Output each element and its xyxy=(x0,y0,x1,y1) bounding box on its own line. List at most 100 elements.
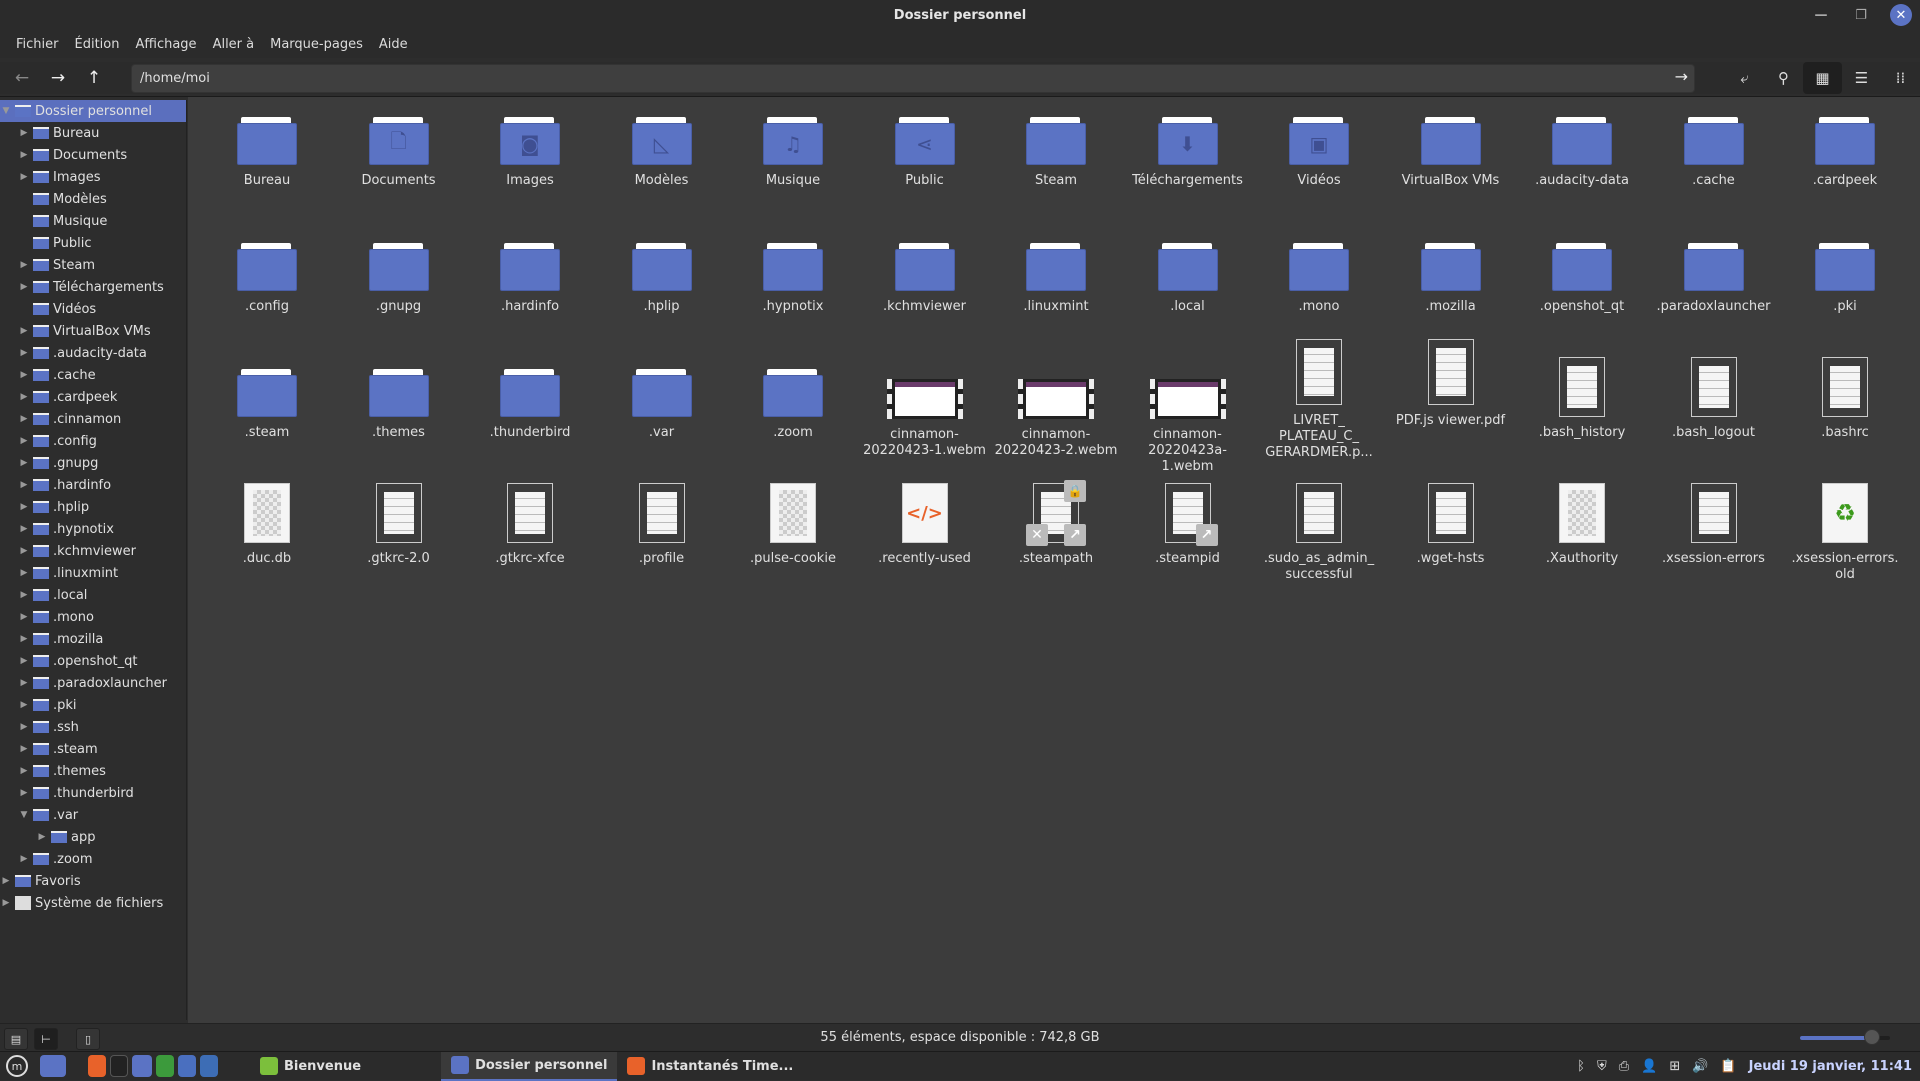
chevron-right-icon[interactable]: ▶ xyxy=(18,348,30,358)
chevron-right-icon[interactable]: ▶ xyxy=(18,590,30,600)
tree-toggle-button[interactable]: ⊢ xyxy=(34,1028,58,1050)
file-item[interactable]: VirtualBox VMs xyxy=(1386,117,1516,189)
tree-item[interactable]: ▶.hardinfo xyxy=(0,474,186,496)
file-item[interactable]: Steam xyxy=(991,117,1121,189)
zoom-slider-handle[interactable] xyxy=(1864,1029,1880,1045)
screenshot-launcher-icon[interactable] xyxy=(200,1055,218,1077)
file-item[interactable]: .steam xyxy=(202,369,332,441)
file-item[interactable]: .hardinfo xyxy=(465,243,595,315)
maximize-button[interactable]: ❐ xyxy=(1850,4,1872,26)
chevron-right-icon[interactable]: ▶ xyxy=(18,326,30,336)
chevron-right-icon[interactable]: ▶ xyxy=(18,414,30,424)
tree-item[interactable]: ▶.pki xyxy=(0,694,186,716)
file-item[interactable]: .duc.db xyxy=(202,495,332,567)
tree-item[interactable]: Vidéos xyxy=(0,298,186,320)
tree-item[interactable]: ▶VirtualBox VMs xyxy=(0,320,186,342)
file-item[interactable]: .mozilla xyxy=(1386,243,1516,315)
close-button[interactable]: ✕ xyxy=(1890,4,1912,26)
chevron-right-icon[interactable]: ▶ xyxy=(0,876,12,886)
file-item[interactable]: .bash_history xyxy=(1517,369,1647,441)
menu-affichage[interactable]: Affichage xyxy=(127,37,204,52)
file-item[interactable]: .zoom xyxy=(728,369,858,441)
timeshift-launcher-icon[interactable] xyxy=(88,1055,106,1077)
file-item[interactable]: .pulse-cookie xyxy=(728,495,858,567)
file-item[interactable]: .cinnamon xyxy=(1912,117,1920,189)
back-button[interactable]: ← xyxy=(4,62,40,94)
file-item[interactable]: .kchmviewer xyxy=(860,243,990,315)
file-item[interactable]: .audacity-data xyxy=(1517,117,1647,189)
chevron-right-icon[interactable]: ▶ xyxy=(18,700,30,710)
tree-item[interactable]: ▶Téléchargements xyxy=(0,276,186,298)
file-item[interactable]: .cache xyxy=(1649,117,1779,189)
file-item[interactable]: .openshot_qt xyxy=(1517,243,1647,315)
keyring-launcher-icon[interactable] xyxy=(156,1055,174,1077)
file-item[interactable]: .paradoxlauncher xyxy=(1649,243,1779,315)
file-item[interactable]: .cardpeek.log xyxy=(1912,369,1920,441)
forward-button[interactable]: → xyxy=(40,62,76,94)
show-desktop-icon[interactable] xyxy=(40,1055,66,1077)
tree-item[interactable]: ▶.ssh xyxy=(0,716,186,738)
chevron-right-icon[interactable]: ▶ xyxy=(18,634,30,644)
toggle-location-icon[interactable]: ⤶ xyxy=(1725,62,1764,94)
menu-marque-pages[interactable]: Marque-pages xyxy=(262,37,371,52)
shield-icon[interactable]: ⛨ xyxy=(1597,1059,1607,1074)
file-item[interactable]: .bash_logout xyxy=(1649,369,1779,441)
file-item[interactable]: ◺Modèles xyxy=(597,117,727,189)
tree-item[interactable]: ▶.hypnotix xyxy=(0,518,186,540)
tree-item[interactable]: ▶Documents xyxy=(0,144,186,166)
file-item[interactable]: ♻.xsession-errors. old xyxy=(1780,495,1910,583)
file-item[interactable]: .themes xyxy=(334,369,464,441)
file-item[interactable]: ⬇Téléchargements xyxy=(1123,117,1253,189)
file-item[interactable]: ◙Images xyxy=(465,117,595,189)
file-item[interactable]: .linuxmint xyxy=(991,243,1121,315)
file-item[interactable]: .cardpeek xyxy=(1780,117,1910,189)
chevron-right-icon[interactable]: ▶ xyxy=(36,832,48,842)
tree-item[interactable]: ▶Images xyxy=(0,166,186,188)
chevron-right-icon[interactable]: ▶ xyxy=(18,788,30,798)
file-item[interactable]: .bashrc xyxy=(1780,369,1910,441)
tree-item[interactable]: ▶Bureau xyxy=(0,122,186,144)
icon-view-icon[interactable]: ▦ xyxy=(1803,62,1842,94)
chevron-right-icon[interactable]: ▶ xyxy=(18,854,30,864)
tree-item[interactable]: ▶.thunderbird xyxy=(0,782,186,804)
file-item[interactable]: .xsession-errors xyxy=(1649,495,1779,567)
minimize-button[interactable]: — xyxy=(1810,4,1832,26)
menu-fichier[interactable]: Fichier xyxy=(8,37,67,52)
chevron-right-icon[interactable]: ▶ xyxy=(18,392,30,402)
file-item[interactable]: .gtkrc-xfce xyxy=(465,495,595,567)
chevron-right-icon[interactable]: ▶ xyxy=(18,722,30,732)
file-item[interactable]: ⋖Public xyxy=(860,117,990,189)
tree-item[interactable]: ▶.local xyxy=(0,584,186,606)
tree-item[interactable]: ▶.mozilla xyxy=(0,628,186,650)
chevron-right-icon[interactable]: ▶ xyxy=(18,678,30,688)
chevron-right-icon[interactable]: ▶ xyxy=(18,260,30,270)
file-item[interactable]: </>.recently-used xyxy=(860,495,990,567)
chevron-right-icon[interactable]: ▶ xyxy=(18,172,30,182)
file-item[interactable]: .mono xyxy=(1254,243,1384,315)
tree-item[interactable]: Modèles xyxy=(0,188,186,210)
go-icon[interactable]: → xyxy=(1675,67,1688,86)
file-item[interactable]: .wget-hsts xyxy=(1386,495,1516,567)
printer-icon[interactable]: ⎙ xyxy=(1619,1059,1629,1074)
list-view-icon[interactable]: ☰ xyxy=(1842,62,1881,94)
tree-item[interactable]: ▶.zoom xyxy=(0,848,186,870)
tree-item[interactable]: ▶.openshot_qt xyxy=(0,650,186,672)
menu-icon[interactable]: m xyxy=(0,1052,34,1081)
tree-item[interactable]: ▶.paradoxlauncher xyxy=(0,672,186,694)
chevron-right-icon[interactable]: ▶ xyxy=(18,656,30,666)
tree-item-home[interactable]: ▼Dossier personnel xyxy=(0,100,186,122)
file-item[interactable]: .profile xyxy=(597,495,727,567)
chevron-right-icon[interactable]: ▶ xyxy=(18,502,30,512)
file-item[interactable]: Bureau xyxy=(202,117,332,189)
file-item[interactable]: .ssh xyxy=(1912,243,1920,315)
tree-item[interactable]: ▼.var xyxy=(0,804,186,826)
chevron-right-icon[interactable]: ▶ xyxy=(18,480,30,490)
tree-item[interactable]: ▶app xyxy=(0,826,186,848)
file-item[interactable]: .gtkrc-2.0 xyxy=(334,495,464,567)
tree-item[interactable]: ▶Steam xyxy=(0,254,186,276)
chevron-right-icon[interactable]: ▶ xyxy=(18,766,30,776)
chevron-right-icon[interactable]: ▶ xyxy=(18,150,30,160)
file-item[interactable]: ▣Vidéos xyxy=(1254,117,1384,189)
menu-aide[interactable]: Aide xyxy=(371,37,416,52)
chevron-right-icon[interactable]: ▶ xyxy=(18,436,30,446)
